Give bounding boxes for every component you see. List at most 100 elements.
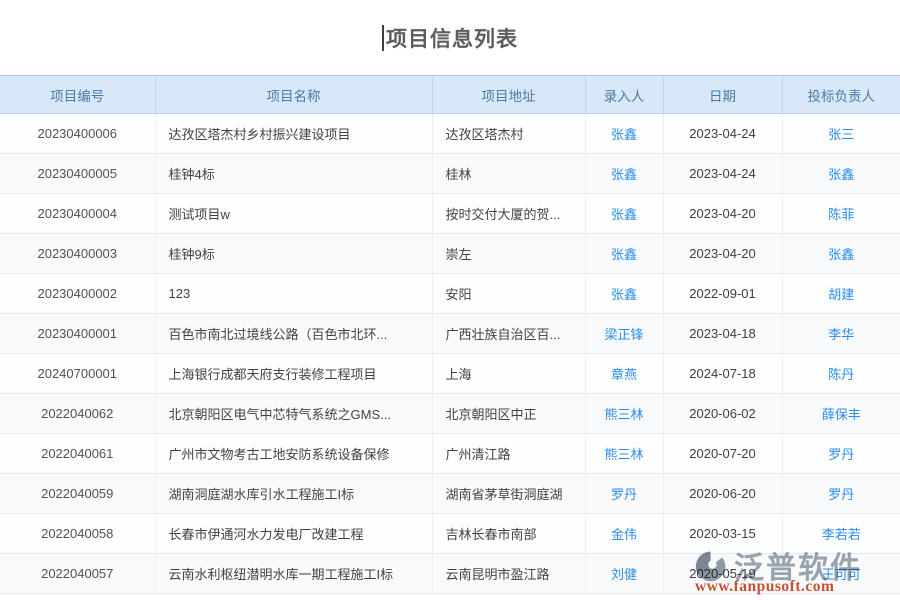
cell-name: 长春市伊通河水力发电厂改建工程: [155, 514, 432, 554]
cell-code: 20230400001: [0, 314, 155, 354]
cell-bid_manager: 张鑫: [782, 234, 900, 274]
cell-recorder: 罗丹: [585, 474, 663, 514]
recorder-link[interactable]: 刘健: [611, 567, 637, 582]
cell-date: 2024-07-18: [663, 354, 782, 394]
page-title-text: 项目信息列表: [386, 23, 518, 53]
cell-recorder: 张鑫: [585, 194, 663, 234]
cell-name: 123: [155, 274, 432, 314]
recorder-link[interactable]: 张鑫: [611, 127, 637, 142]
cell-bid_manager: 陈菲: [782, 194, 900, 234]
column-header-bid_manager[interactable]: 投标负责人: [782, 76, 900, 114]
cell-address: 广西壮族自治区百...: [432, 314, 585, 354]
watermark: 泛普软件 www.fanpusoft.com: [693, 543, 893, 596]
cell-code: 20230400003: [0, 234, 155, 274]
recorder-link[interactable]: 熊三林: [604, 447, 643, 462]
cell-recorder: 章燕: [585, 354, 663, 394]
bid-manager-link[interactable]: 李华: [828, 327, 854, 342]
cell-address: 上海: [432, 354, 585, 394]
bid-manager-link[interactable]: 张三: [828, 127, 854, 142]
cell-address: 湖南省茅草街洞庭湖: [432, 474, 585, 514]
cell-bid_manager: 陈丹: [782, 354, 900, 394]
table-row[interactable]: 20240700001上海银行成都天府支行装修工程项目上海章燕2024-07-1…: [0, 354, 900, 394]
recorder-link[interactable]: 熊三林: [604, 407, 643, 422]
cell-recorder: 张鑫: [585, 274, 663, 314]
cell-code: 20230400002: [0, 274, 155, 314]
cell-recorder: 张鑫: [585, 234, 663, 274]
cell-bid_manager: 张鑫: [782, 154, 900, 194]
recorder-link[interactable]: 梁正锋: [604, 327, 643, 342]
table-row[interactable]: 20230400004测试项目w按时交付大厦的贺...张鑫2023-04-20陈…: [0, 194, 900, 234]
cell-recorder: 刘健: [585, 554, 663, 594]
cell-date: 2023-04-20: [663, 234, 782, 274]
cell-date: 2023-04-18: [663, 314, 782, 354]
cell-bid_manager: 胡建: [782, 274, 900, 314]
recorder-link[interactable]: 金伟: [611, 527, 637, 542]
bid-manager-link[interactable]: 张鑫: [828, 247, 854, 262]
column-header-address[interactable]: 项目地址: [432, 76, 585, 114]
cell-code: 20230400005: [0, 154, 155, 194]
cell-code: 20230400006: [0, 114, 155, 154]
cell-recorder: 熊三林: [585, 394, 663, 434]
cell-recorder: 熊三林: [585, 434, 663, 474]
cell-address: 安阳: [432, 274, 585, 314]
cell-recorder: 金伟: [585, 514, 663, 554]
cell-code: 2022040057: [0, 554, 155, 594]
bid-manager-link[interactable]: 张鑫: [828, 167, 854, 182]
cell-address: 吉林长春市南部: [432, 514, 585, 554]
cell-name: 北京朝阳区电气中芯特气系统之GMS...: [155, 394, 432, 434]
cell-bid_manager: 张三: [782, 114, 900, 154]
cell-bid_manager: 薛保丰: [782, 394, 900, 434]
bid-manager-link[interactable]: 陈丹: [828, 367, 854, 382]
table-row[interactable]: 20230400002123安阳张鑫2022-09-01胡建: [0, 274, 900, 314]
recorder-link[interactable]: 张鑫: [611, 167, 637, 182]
cell-address: 达孜区塔杰村: [432, 114, 585, 154]
cell-recorder: 张鑫: [585, 114, 663, 154]
table-row[interactable]: 2022040061广州市文物考古工地安防系统设备保修广州清江路熊三林2020-…: [0, 434, 900, 474]
cell-date: 2023-04-24: [663, 154, 782, 194]
cell-date: 2023-04-24: [663, 114, 782, 154]
column-header-date[interactable]: 日期: [663, 76, 782, 114]
table-row[interactable]: 20230400005桂钟4标桂林 张鑫 2023-04-24 张鑫: [0, 154, 900, 194]
cell-name: 测试项目w: [155, 194, 432, 234]
recorder-link[interactable]: 张鑫: [611, 207, 637, 222]
recorder-link[interactable]: 张鑫: [611, 247, 637, 262]
cell-address: 按时交付大厦的贺...: [432, 194, 585, 234]
recorder-link[interactable]: 张鑫: [611, 287, 637, 302]
cell-address: 广州清江路: [432, 434, 585, 474]
bid-manager-link[interactable]: 陈菲: [828, 207, 854, 222]
cell-bid_manager: 罗丹: [782, 434, 900, 474]
title-bar: 项目信息列表: [0, 0, 900, 75]
column-header-code[interactable]: 项目编号: [0, 76, 155, 114]
cell-name: 桂钟9标: [155, 234, 432, 274]
recorder-link[interactable]: 罗丹: [611, 487, 637, 502]
page-title: 项目信息列表: [382, 23, 518, 53]
column-header-recorder[interactable]: 录入人: [585, 76, 663, 114]
cell-address: 北京朝阳区中正: [432, 394, 585, 434]
cell-name: 桂钟4标: [155, 154, 432, 194]
cell-address: 桂林: [432, 154, 585, 194]
bid-manager-link[interactable]: 李若若: [822, 527, 861, 542]
cell-code: 2022040058: [0, 514, 155, 554]
bid-manager-link[interactable]: 罗丹: [828, 447, 854, 462]
cell-recorder: 张鑫: [585, 154, 663, 194]
cell-recorder: 梁正锋: [585, 314, 663, 354]
cell-name: 云南水利枢纽潜明水库一期工程施工I标: [155, 554, 432, 594]
cell-date: 2020-06-02: [663, 394, 782, 434]
cell-date: 2023-04-20: [663, 194, 782, 234]
recorder-link[interactable]: 章燕: [611, 367, 637, 382]
cell-code: 2022040061: [0, 434, 155, 474]
table-row[interactable]: 2022040062北京朝阳区电气中芯特气系统之GMS...北京朝阳区中正 熊三林…: [0, 394, 900, 434]
table-row[interactable]: 2022040059湖南洞庭湖水库引水工程施工I标湖南省茅草街洞庭湖罗丹2020…: [0, 474, 900, 514]
cell-code: 2022040062: [0, 394, 155, 434]
cell-name: 广州市文物考古工地安防系统设备保修: [155, 434, 432, 474]
table-row[interactable]: 20230400001百色市南北过境线公路（百色市北环...广西壮族自治区百..…: [0, 314, 900, 354]
cell-date: 2020-06-20: [663, 474, 782, 514]
bid-manager-link[interactable]: 薛保丰: [822, 407, 861, 422]
table-row[interactable]: 20230400006达孜区塔杰村乡村振兴建设项目达孜区塔杰村 张鑫 2023-04…: [0, 114, 900, 154]
cell-name: 达孜区塔杰村乡村振兴建设项目: [155, 114, 432, 154]
table-row[interactable]: 20230400003桂钟9标崇左张鑫2023-04-20张鑫: [0, 234, 900, 274]
column-header-name[interactable]: 项目名称: [155, 76, 432, 114]
bid-manager-link[interactable]: 罗丹: [828, 487, 854, 502]
bid-manager-link[interactable]: 胡建: [828, 287, 854, 302]
text-cursor: [382, 25, 384, 51]
